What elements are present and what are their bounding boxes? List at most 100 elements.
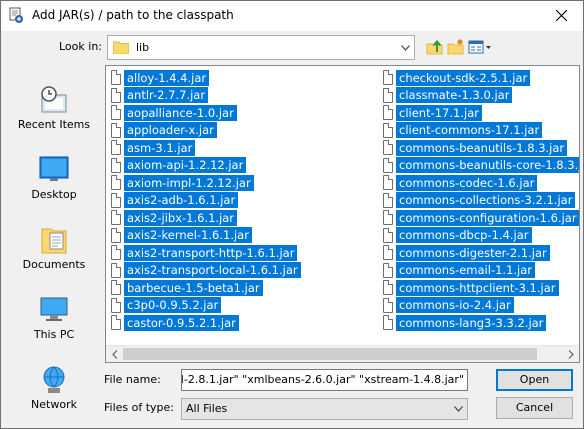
file-item[interactable]: commons-beanutils-core-1.8.3.jar: [383, 157, 579, 175]
open-button[interactable]: Open: [496, 369, 573, 391]
jar-file-icon: [111, 227, 121, 243]
file-item[interactable]: axis2-adb-1.6.1.jar: [111, 192, 301, 210]
file-item[interactable]: apploader-x.jar: [111, 122, 301, 140]
file-item[interactable]: checkout-sdk-2.5.1.jar: [383, 69, 579, 87]
file-item-name: commons-beanutils-core-1.8.3.jar: [396, 157, 579, 174]
place-recent-items[interactable]: Recent Items: [10, 73, 98, 141]
file-item[interactable]: axis2-jibx-1.6.1.jar: [111, 209, 301, 227]
file-item-name: checkout-sdk-2.5.1.jar: [396, 69, 531, 86]
jar-file-icon: [111, 140, 121, 156]
desktop-icon: [39, 156, 69, 181]
jar-file-icon: [111, 192, 121, 208]
chevron-down-icon: [453, 406, 463, 412]
file-item[interactable]: commons-collections-3.2.1.jar: [383, 192, 579, 210]
jar-file-icon: [383, 175, 393, 191]
scroll-left-button[interactable]: [106, 346, 123, 362]
up-folder-icon: [426, 39, 443, 55]
close-button[interactable]: [538, 0, 584, 31]
file-item-name: commons-dbcp-1.4.jar: [396, 227, 532, 244]
jar-file-icon: [383, 140, 393, 156]
file-column-1: alloy-1.4.4.jar antlr-2.7.7.jar aopallianc…: [111, 69, 301, 332]
file-list[interactable]: alloy-1.4.4.jar antlr-2.7.7.jar aopallianc…: [105, 65, 580, 363]
file-item[interactable]: commons-digester-2.1.jar: [383, 244, 579, 262]
file-item-name: client-17.1.jar: [396, 104, 482, 121]
file-item-name: axis2-transport-local-1.6.1.jar: [124, 262, 301, 279]
file-item-name: commons-configuration-1.6.jar: [396, 209, 579, 226]
file-item[interactable]: client-17.1.jar: [383, 104, 579, 122]
file-item-name: axiom-api-1.2.12.jar: [124, 157, 247, 174]
jar-file-icon: [111, 122, 121, 138]
place-desktop[interactable]: Desktop: [10, 143, 98, 211]
file-item[interactable]: classmate-1.3.0.jar: [383, 87, 579, 105]
file-item[interactable]: asm-3.1.jar: [111, 139, 301, 157]
file-type-select[interactable]: All Files: [181, 398, 468, 420]
file-item-name: c3p0-0.9.5.2.jar: [124, 297, 222, 314]
java-app-icon: [9, 7, 23, 23]
file-item[interactable]: axis2-transport-http-1.6.1.jar: [111, 244, 301, 262]
jar-file-icon: [111, 280, 121, 296]
file-item-name: castor-0.9.5.2.1.jar: [124, 314, 239, 331]
file-item[interactable]: antlr-2.7.7.jar: [111, 87, 301, 105]
file-item[interactable]: commons-configuration-1.6.jar: [383, 209, 579, 227]
place-label: Desktop: [31, 188, 77, 201]
file-item-name: commons-digester-2.1.jar: [396, 244, 550, 261]
file-item[interactable]: axiom-impl-1.2.12.jar: [111, 174, 301, 192]
place-label: Network: [31, 398, 77, 411]
file-item-name: commons-lang3-3.3.2.jar: [396, 314, 547, 331]
look-in-combo[interactable]: lib: [107, 35, 415, 60]
file-type-dropdown[interactable]: [449, 399, 467, 419]
jar-file-icon: [111, 175, 121, 191]
file-item[interactable]: client-commons-17.1.jar: [383, 122, 579, 140]
place-documents[interactable]: Documents: [10, 213, 98, 281]
jar-file-icon: [111, 297, 121, 313]
jar-file-icon: [111, 87, 121, 103]
file-item[interactable]: commons-io-2.4.jar: [383, 297, 579, 315]
place-network[interactable]: Network: [10, 353, 98, 421]
place-label: Recent Items: [17, 118, 91, 131]
file-item[interactable]: axis2-transport-local-1.6.1.jar: [111, 262, 301, 280]
documents-icon: [41, 228, 67, 254]
jar-file-icon: [383, 192, 393, 208]
file-item[interactable]: barbecue-1.5-beta1.jar: [111, 279, 301, 297]
jar-file-icon: [383, 262, 393, 278]
look-in-dropdown[interactable]: [396, 36, 414, 59]
file-column-2: checkout-sdk-2.5.1.jar classmate-1.3.0.ja…: [383, 69, 579, 332]
file-item[interactable]: commons-lang3-3.3.2.jar: [383, 314, 579, 332]
title-bar: Add JAR(s) / path to the classpath: [0, 0, 584, 31]
file-item[interactable]: c3p0-0.9.5.2.jar: [111, 297, 301, 315]
file-item[interactable]: commons-httpclient-3.1.jar: [383, 279, 579, 297]
chevron-right-icon: [568, 349, 574, 359]
file-item[interactable]: commons-email-1.1.jar: [383, 262, 579, 280]
file-item-name: commons-io-2.4.jar: [396, 297, 514, 314]
file-name-input[interactable]: sImpl-2.8.1.jar" "xmlbeans-2.6.0.jar" "x…: [181, 369, 468, 391]
new-folder-button[interactable]: [446, 37, 466, 57]
scroll-right-button[interactable]: [562, 346, 579, 362]
jar-file-icon: [111, 245, 121, 261]
file-item[interactable]: alloy-1.4.4.jar: [111, 69, 301, 87]
file-item[interactable]: axiom-api-1.2.12.jar: [111, 157, 301, 175]
file-item[interactable]: aopalliance-1.0.jar: [111, 104, 301, 122]
chevron-down-icon: [400, 44, 410, 51]
file-item[interactable]: commons-codec-1.6.jar: [383, 174, 579, 192]
file-item-name: alloy-1.4.4.jar: [124, 69, 210, 86]
jar-file-icon: [111, 157, 121, 173]
file-item-name: commons-email-1.1.jar: [396, 262, 536, 279]
cancel-button[interactable]: Cancel: [496, 397, 573, 419]
place-this-pc[interactable]: This PC: [10, 283, 98, 351]
file-item-name: commons-httpclient-3.1.jar: [396, 279, 559, 296]
jar-file-icon: [383, 122, 393, 138]
file-item[interactable]: commons-beanutils-1.8.3.jar: [383, 139, 579, 157]
scroll-thumb[interactable]: [123, 348, 537, 360]
file-item[interactable]: castor-0.9.5.2.1.jar: [111, 314, 301, 332]
file-item[interactable]: axis2-kernel-1.6.1.jar: [111, 227, 301, 245]
jar-file-icon: [383, 87, 393, 103]
file-item-name: axiom-impl-1.2.12.jar: [124, 174, 254, 191]
file-item[interactable]: commons-dbcp-1.4.jar: [383, 227, 579, 245]
horizontal-scrollbar[interactable]: [106, 345, 579, 362]
file-item-name: asm-3.1.jar: [124, 139, 196, 156]
view-menu-button[interactable]: [467, 37, 493, 57]
chevron-left-icon: [111, 349, 117, 359]
up-one-level-button[interactable]: [425, 37, 445, 57]
file-item-name: barbecue-1.5-beta1.jar: [124, 279, 263, 296]
file-name-value: sImpl-2.8.1.jar" "xmlbeans-2.6.0.jar" "x…: [181, 373, 464, 386]
